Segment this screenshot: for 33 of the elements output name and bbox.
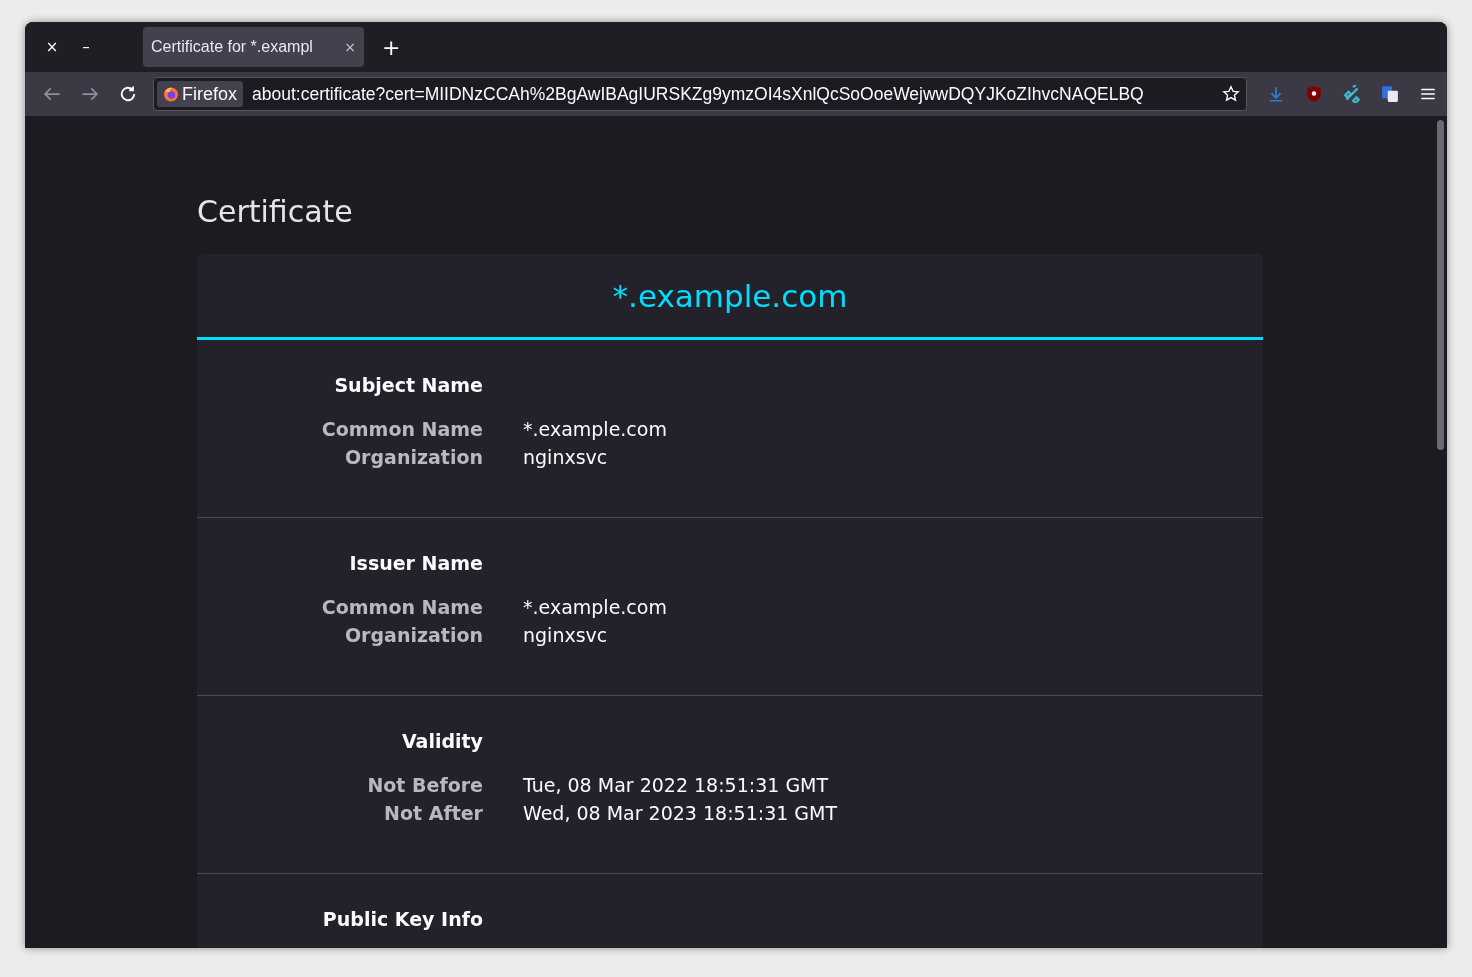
browser-tab[interactable]: Certificate for *.exampl × [143, 27, 364, 67]
field-label: Not Before [366, 774, 483, 796]
section-title: Public Key Info [321, 908, 483, 930]
minimize-button[interactable]: – [69, 38, 103, 56]
field-label: Not After [383, 802, 483, 824]
new-tab-button[interactable]: + [382, 34, 401, 60]
field-value: *.example.com [523, 418, 667, 440]
field-label: Organization [343, 624, 483, 646]
field-value: nginxsvc [523, 446, 608, 468]
field-label: Common Name [320, 418, 483, 440]
shield-icon[interactable] [1305, 85, 1323, 103]
fox-logo-icon [163, 86, 179, 102]
certificate-title: *.example.com [612, 277, 848, 314]
url-text: about:certificate?cert=MIIDNzCCAh%2BgAwIBAgIURSKZg9ymzOI4sXnlQcSoOoeWejwwDQYJKoZIhvcNAQELBQ [252, 83, 1145, 105]
scrollbar[interactable] [1437, 120, 1444, 450]
close-tab-button[interactable]: × [344, 39, 356, 55]
download-icon[interactable] [1267, 85, 1285, 103]
section-title: Subject Name [333, 374, 483, 396]
field-value: Wed, 08 Mar 2023 18:51:31 GMT [523, 802, 838, 824]
reload-icon[interactable] [118, 84, 138, 104]
field-value: *.example.com [523, 596, 667, 618]
field-value: nginxsvc [523, 624, 608, 646]
star-icon[interactable] [1222, 85, 1240, 103]
identity-box[interactable]: Firefox [157, 81, 243, 107]
section-title: Validity [400, 730, 483, 752]
address-bar[interactable]: Firefox about:certificate?cert=MIIDNzCCAh%2BgAwIBAgIURSKZg9ymzOI4sXnlQcSoOoeWejwwDQYJKoZIhvcNAQELBQ [153, 77, 1247, 111]
field-label: Common Name [320, 596, 483, 618]
section-title: Issuer Name [348, 552, 483, 574]
tab-title: Certificate for *.exampl [151, 38, 313, 56]
field-label: Organization [343, 446, 483, 468]
close-button[interactable]: × [35, 38, 69, 56]
page-heading: Certificate [197, 194, 354, 231]
field-value: Tue, 08 Mar 2022 18:51:31 GMT [523, 774, 829, 796]
